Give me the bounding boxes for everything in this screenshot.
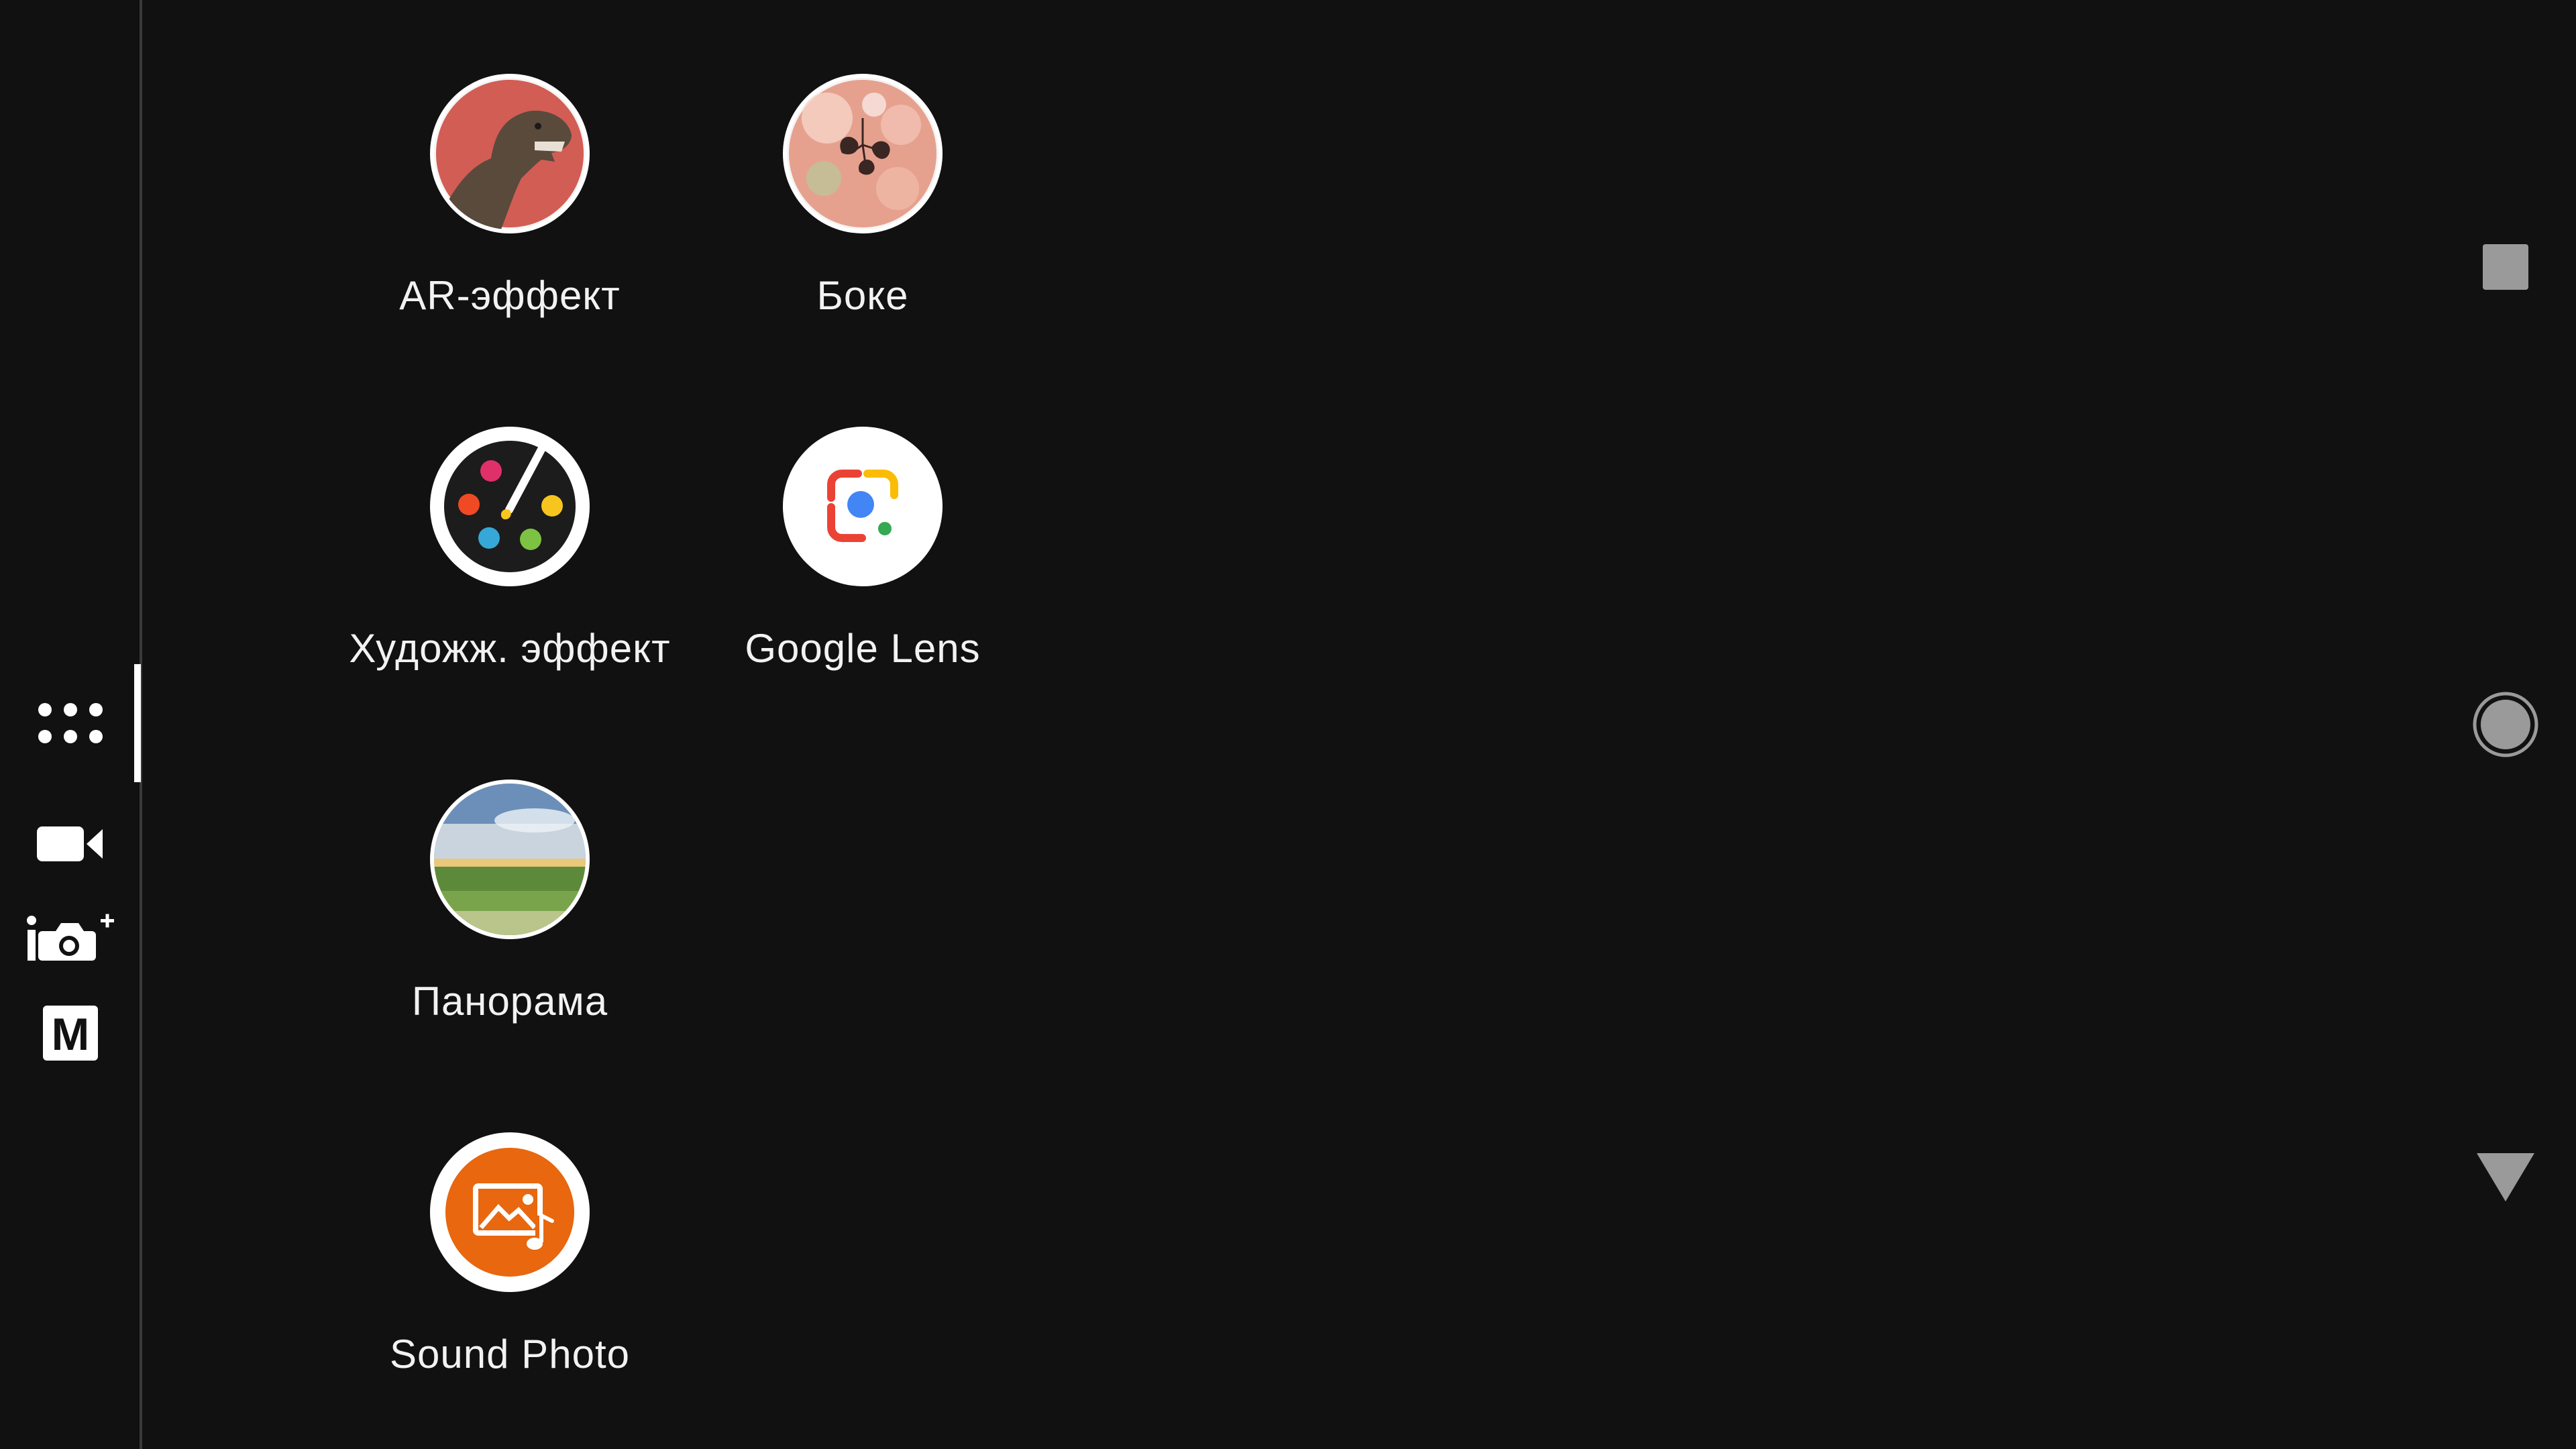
bokeh-icon: [787, 78, 938, 229]
app-sound-photo[interactable]: Sound Photo: [322, 1136, 698, 1445]
manual-mode-icon: M: [43, 1006, 98, 1061]
app-bokeh[interactable]: Боке: [675, 78, 1051, 386]
app-label: Sound Photo: [390, 1332, 630, 1377]
stop-button[interactable]: [2455, 217, 2556, 317]
app-label: AR-эффект: [399, 273, 621, 318]
google-lens-icon: [787, 431, 938, 582]
app-panorama[interactable]: Панорама: [322, 784, 698, 1092]
manual-mode-label: M: [52, 1009, 90, 1060]
collapse-button[interactable]: [2455, 1127, 2556, 1228]
modes-grid-button[interactable]: [20, 683, 121, 763]
mode-rail: M: [0, 0, 142, 1449]
app-label: Google Lens: [745, 626, 981, 671]
shutter-circle-icon: [2473, 692, 2538, 757]
intelligent-auto-button[interactable]: [20, 898, 121, 978]
sound-photo-icon: [434, 1136, 586, 1288]
auto-camera-plus-icon: [27, 914, 114, 961]
shutter-button[interactable]: [2455, 674, 2556, 775]
ar-effect-dinosaur-icon: [434, 78, 586, 229]
app-ar-effect[interactable]: AR-эффект: [322, 78, 698, 386]
app-google-lens[interactable]: Google Lens: [675, 431, 1051, 739]
app-label: Панорама: [411, 979, 608, 1024]
app-label: Художж. эффект: [349, 626, 671, 671]
art-palette-icon: [434, 431, 586, 582]
video-camera-icon: [37, 826, 103, 861]
manual-mode-button[interactable]: M: [20, 993, 121, 1073]
panorama-landscape-icon: [434, 784, 586, 935]
app-label: Боке: [816, 273, 909, 318]
camera-mode-picker: M AR-эффект Боке Художж. эффект Google L…: [0, 0, 2576, 1449]
triangle-down-icon: [2477, 1153, 2534, 1201]
video-mode-button[interactable]: [20, 804, 121, 884]
active-mode-indicator: [134, 664, 141, 782]
apps-grid-icon: [38, 703, 103, 743]
app-art-effect[interactable]: Художж. эффект: [322, 431, 698, 739]
square-icon: [2483, 244, 2528, 290]
